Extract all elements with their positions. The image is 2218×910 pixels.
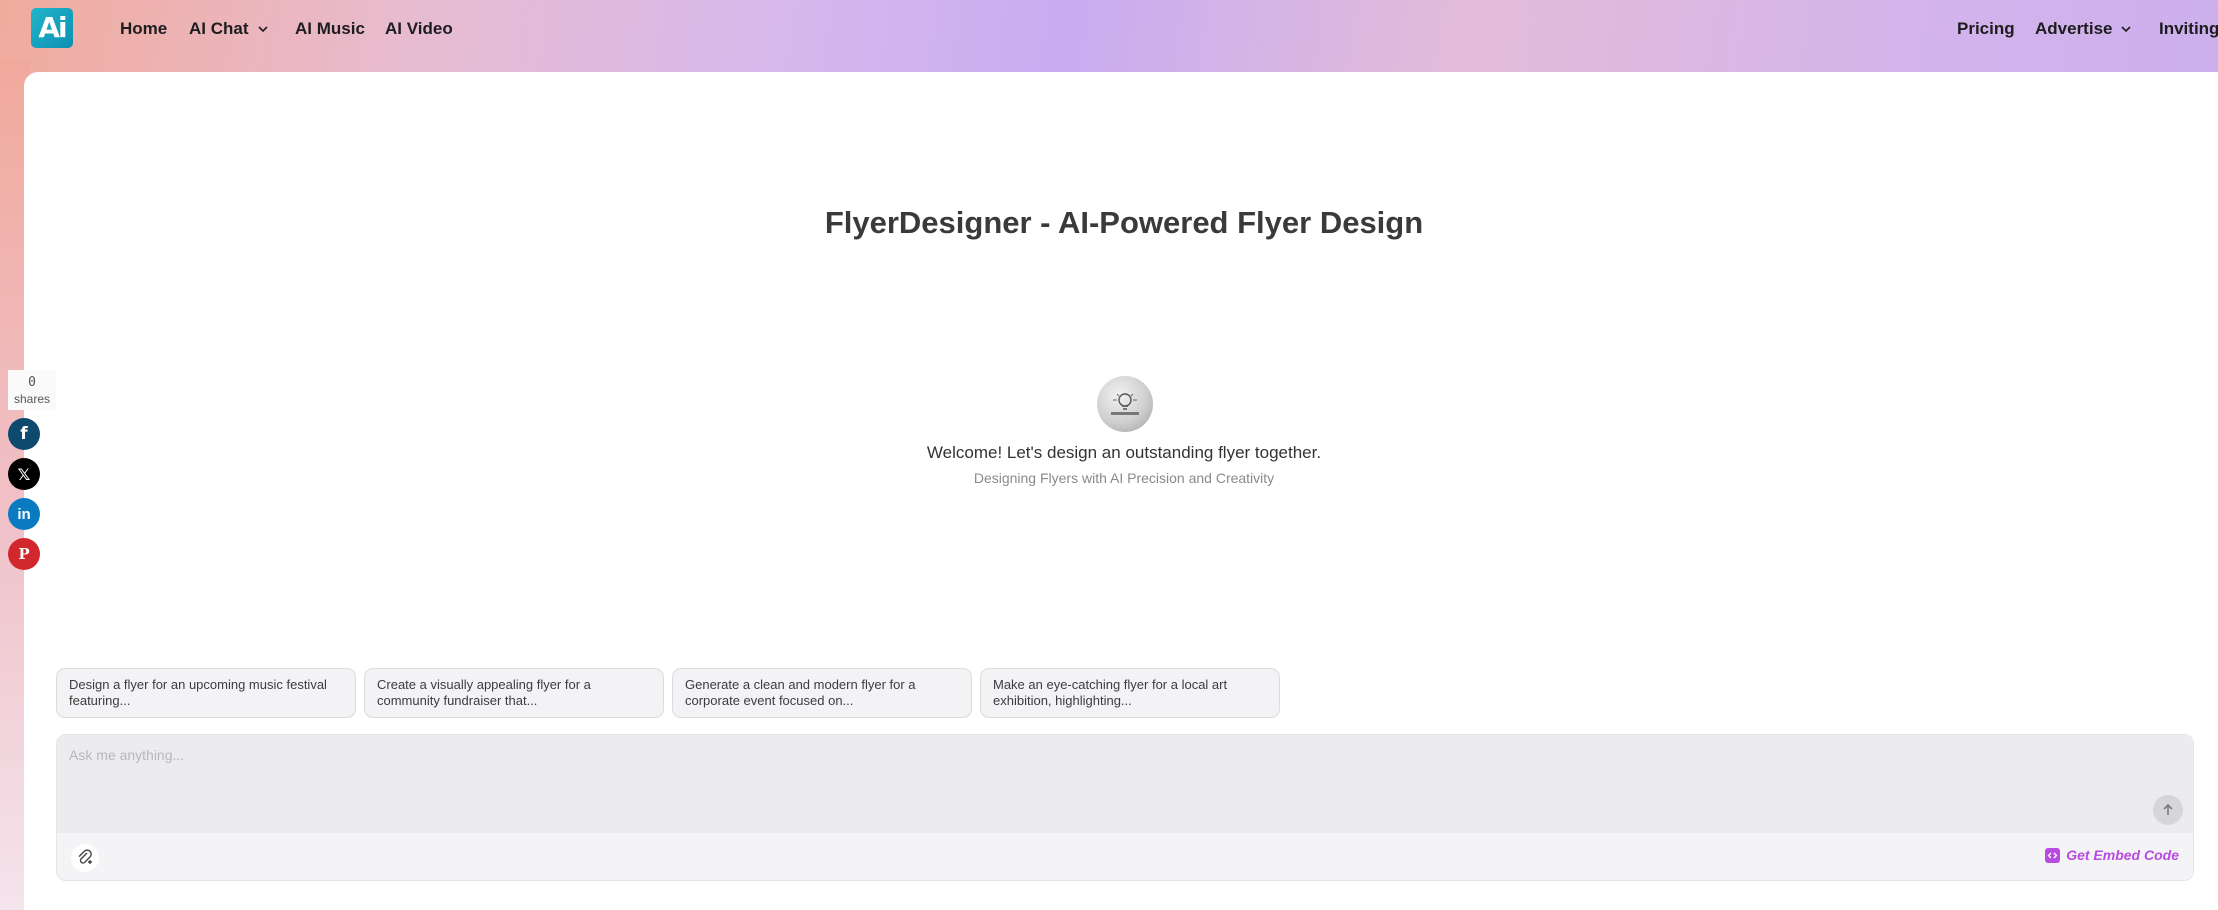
arrow-up-icon bbox=[2163, 803, 2173, 815]
logo-text: Ai bbox=[38, 11, 67, 44]
pinterest-share-button[interactable]: P bbox=[8, 538, 40, 570]
x-share-button[interactable]: 𝕏 bbox=[8, 458, 40, 490]
suggestion-chip[interactable]: Generate a clean and modern flyer for a … bbox=[672, 668, 972, 718]
suggestion-chip[interactable]: Make an eye-catching flyer for a local a… bbox=[980, 668, 1280, 718]
x-icon: 𝕏 bbox=[17, 464, 31, 484]
nav-advertise-label: Advertise bbox=[2035, 19, 2113, 38]
composer-toolbar: Get Embed Code bbox=[57, 833, 2193, 880]
attach-image-icon bbox=[78, 849, 92, 864]
nav-inviting-label: Inviting bbox=[2159, 19, 2218, 38]
nav-advertise[interactable]: Advertise bbox=[2035, 17, 2132, 41]
welcome-message: Welcome! Let's design an outstanding fly… bbox=[926, 443, 1322, 462]
nav-home[interactable]: Home bbox=[120, 17, 167, 41]
nav-pricing[interactable]: Pricing bbox=[1957, 17, 2015, 41]
get-embed-code-link[interactable]: Get Embed Code bbox=[2045, 847, 2179, 863]
facebook-icon: f bbox=[20, 424, 28, 444]
pinterest-icon: P bbox=[18, 545, 30, 563]
nav-ai-music-label: AI Music bbox=[295, 19, 365, 38]
linkedin-share-button[interactable]: in bbox=[8, 498, 40, 530]
suggestion-chip[interactable]: Design a flyer for an upcoming music fes… bbox=[56, 668, 356, 718]
page-title: FlyerDesigner - AI-Powered Flyer Design bbox=[824, 205, 1424, 240]
send-button[interactable] bbox=[2153, 795, 2183, 825]
get-embed-code-label: Get Embed Code bbox=[2066, 847, 2179, 863]
nav-ai-music[interactable]: AI Music bbox=[295, 17, 365, 41]
bot-avatar bbox=[1097, 376, 1153, 432]
share-count-label: shares bbox=[13, 392, 51, 406]
nav-ai-chat-label: AI Chat bbox=[189, 19, 249, 38]
chevron-down-icon bbox=[257, 26, 268, 33]
nav-home-label: Home bbox=[120, 19, 168, 38]
facebook-share-button[interactable]: f bbox=[8, 418, 40, 450]
chat-input[interactable] bbox=[57, 735, 2193, 833]
share-count: 0 bbox=[28, 375, 36, 390]
chevron-down-icon bbox=[2121, 26, 2132, 33]
nav-ai-video[interactable]: AI Video bbox=[385, 17, 453, 41]
suggestion-chip[interactable]: Create a visually appealing flyer for a … bbox=[364, 668, 664, 718]
nav-inviting[interactable]: Inviting bbox=[2159, 17, 2218, 41]
bulb-logo-icon bbox=[1111, 393, 1139, 415]
top-navbar: Ai Home AI Chat AI Music AI Video Pricin… bbox=[0, 0, 2218, 72]
nav-ai-video-label: AI Video bbox=[385, 19, 453, 38]
nav-pricing-label: Pricing bbox=[1957, 19, 2015, 38]
code-icon bbox=[2045, 847, 2061, 863]
tagline: Designing Flyers with AI Precision and C… bbox=[973, 470, 1275, 486]
attach-button[interactable] bbox=[71, 844, 99, 872]
linkedin-icon: in bbox=[17, 505, 31, 523]
site-logo[interactable]: Ai bbox=[31, 8, 73, 48]
chat-composer: Get Embed Code bbox=[56, 734, 2194, 881]
nav-ai-chat[interactable]: AI Chat bbox=[189, 17, 269, 41]
share-count-box: 0 shares bbox=[8, 370, 56, 410]
